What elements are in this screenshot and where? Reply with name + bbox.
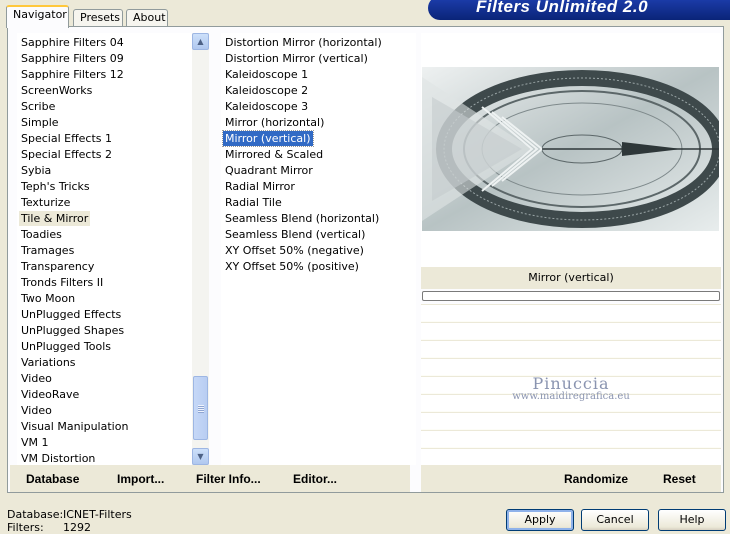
- category-list-item[interactable]: VM 1: [19, 435, 51, 450]
- category-list-item[interactable]: Simple: [19, 115, 61, 130]
- parameter-row[interactable]: [421, 358, 721, 375]
- category-list-item[interactable]: VM Distortion: [19, 451, 97, 465]
- filter-list-item[interactable]: Mirror (horizontal): [223, 115, 326, 130]
- filter-list-item[interactable]: Distortion Mirror (horizontal): [223, 35, 384, 50]
- category-list-item[interactable]: Tronds Filters II: [19, 275, 105, 290]
- tab-navigator[interactable]: Navigator: [6, 5, 69, 28]
- parameter-row[interactable]: [421, 430, 721, 447]
- filter-list-item[interactable]: Seamless Blend (horizontal): [223, 211, 381, 226]
- category-list-item[interactable]: Sapphire Filters 09: [19, 51, 126, 66]
- tab-about[interactable]: About: [126, 9, 168, 27]
- filter-list[interactable]: Distortion Mirror (horizontal) Distortion…: [221, 33, 416, 465]
- parameter-row[interactable]: [421, 412, 721, 429]
- selected-filter-label: Mirror (vertical): [421, 267, 721, 289]
- category-list-item[interactable]: Video: [19, 371, 54, 386]
- app-banner: Filters Unlimited 2.0: [428, 0, 730, 20]
- filter-list-item[interactable]: Kaleidoscope 3: [223, 99, 310, 114]
- scroll-up-button[interactable]: ▲: [192, 33, 209, 50]
- scroll-down-button[interactable]: ▼: [192, 448, 209, 465]
- category-list-item[interactable]: Tile & Mirror: [19, 211, 91, 226]
- filter-list-item[interactable]: Seamless Blend (vertical): [223, 227, 367, 242]
- filters-status-value: 1292: [63, 521, 91, 534]
- category-list-item[interactable]: Special Effects 2: [19, 147, 114, 162]
- parameter-row[interactable]: [421, 322, 721, 339]
- parameter-row[interactable]: [421, 448, 721, 465]
- filter-list-item[interactable]: Quadrant Mirror: [223, 163, 315, 178]
- category-list-item[interactable]: Sapphire Filters 04: [19, 35, 126, 50]
- scroll-thumb[interactable]: [193, 376, 208, 440]
- reset-button[interactable]: Reset: [663, 472, 696, 486]
- category-list-item[interactable]: UnPlugged Effects: [19, 307, 123, 322]
- category-list[interactable]: Sapphire Filters 04 Sapphire Filters 09 Sa…: [17, 33, 192, 465]
- navigator-toolbar: Database Import... Filter Info... Editor…: [10, 465, 410, 492]
- cancel-button[interactable]: Cancel: [581, 509, 649, 531]
- category-list-item[interactable]: Sybia: [19, 163, 53, 178]
- category-list-item[interactable]: Teph's Tricks: [19, 179, 92, 194]
- app-title: Filters Unlimited 2.0: [476, 0, 649, 16]
- category-list-item[interactable]: Two Moon: [19, 291, 77, 306]
- filter-list-item[interactable]: Radial Mirror: [223, 179, 297, 194]
- category-list-item[interactable]: Scribe: [19, 99, 57, 114]
- watermark-url: www.maidiregrafica.eu: [512, 391, 630, 402]
- category-list-item[interactable]: Toadies: [19, 227, 64, 242]
- category-list-item[interactable]: Variations: [19, 355, 78, 370]
- filter-info-button[interactable]: Filter Info...: [196, 472, 261, 486]
- category-list-item[interactable]: Texturize: [19, 195, 72, 210]
- filter-list-item[interactable]: XY Offset 50% (positive): [223, 259, 361, 274]
- progress-bar: [422, 291, 720, 301]
- randomize-button[interactable]: Randomize: [564, 472, 628, 486]
- filter-list-item[interactable]: Radial Tile: [223, 195, 284, 210]
- grip-icon: [198, 405, 204, 413]
- category-list-item[interactable]: Sapphire Filters 12: [19, 67, 126, 82]
- category-list-item[interactable]: Transparency: [19, 259, 96, 274]
- preview-image: [422, 67, 719, 231]
- filter-list-item[interactable]: Kaleidoscope 2: [223, 83, 310, 98]
- category-list-item[interactable]: ScreenWorks: [19, 83, 94, 98]
- filter-list-item[interactable]: Distortion Mirror (vertical): [223, 51, 370, 66]
- help-button[interactable]: Help: [658, 509, 726, 531]
- database-status-label: Database:: [7, 508, 64, 521]
- database-button[interactable]: Database: [26, 472, 79, 486]
- category-list-item[interactable]: UnPlugged Shapes: [19, 323, 126, 338]
- tab-presets[interactable]: Presets: [73, 9, 123, 27]
- category-list-item[interactable]: VideoRave: [19, 387, 81, 402]
- filters-status-label: Filters:: [7, 521, 44, 534]
- filter-list-item[interactable]: Kaleidoscope 1: [223, 67, 310, 82]
- category-scrollbar[interactable]: ▲ ▼: [192, 33, 209, 465]
- filter-list-item[interactable]: Mirror (vertical): [222, 130, 314, 147]
- watermark: Pinuccia www.maidiregrafica.eu: [421, 374, 721, 402]
- category-list-item[interactable]: UnPlugged Tools: [19, 339, 113, 354]
- filter-list-item[interactable]: Mirrored & Scaled: [223, 147, 325, 162]
- filter-list-item[interactable]: XY Offset 50% (negative): [223, 243, 366, 258]
- editor-button[interactable]: Editor...: [293, 472, 337, 486]
- category-list-item[interactable]: Visual Manipulation: [19, 419, 130, 434]
- preview-toolbar: Randomize Reset: [421, 465, 721, 492]
- database-status-value: ICNET-Filters: [63, 508, 132, 521]
- category-list-item[interactable]: Tramages: [19, 243, 76, 258]
- parameter-row[interactable]: [421, 340, 721, 357]
- import-button[interactable]: Import...: [117, 472, 164, 486]
- category-list-item[interactable]: Special Effects 1: [19, 131, 114, 146]
- parameter-row[interactable]: [421, 304, 721, 321]
- status-area: Database:ICNET-Filters Filters: 1292: [7, 508, 132, 534]
- navigator-panel: Sapphire Filters 04 Sapphire Filters 09 Sa…: [7, 26, 724, 493]
- apply-button[interactable]: Apply: [506, 509, 574, 531]
- category-list-item[interactable]: Video: [19, 403, 54, 418]
